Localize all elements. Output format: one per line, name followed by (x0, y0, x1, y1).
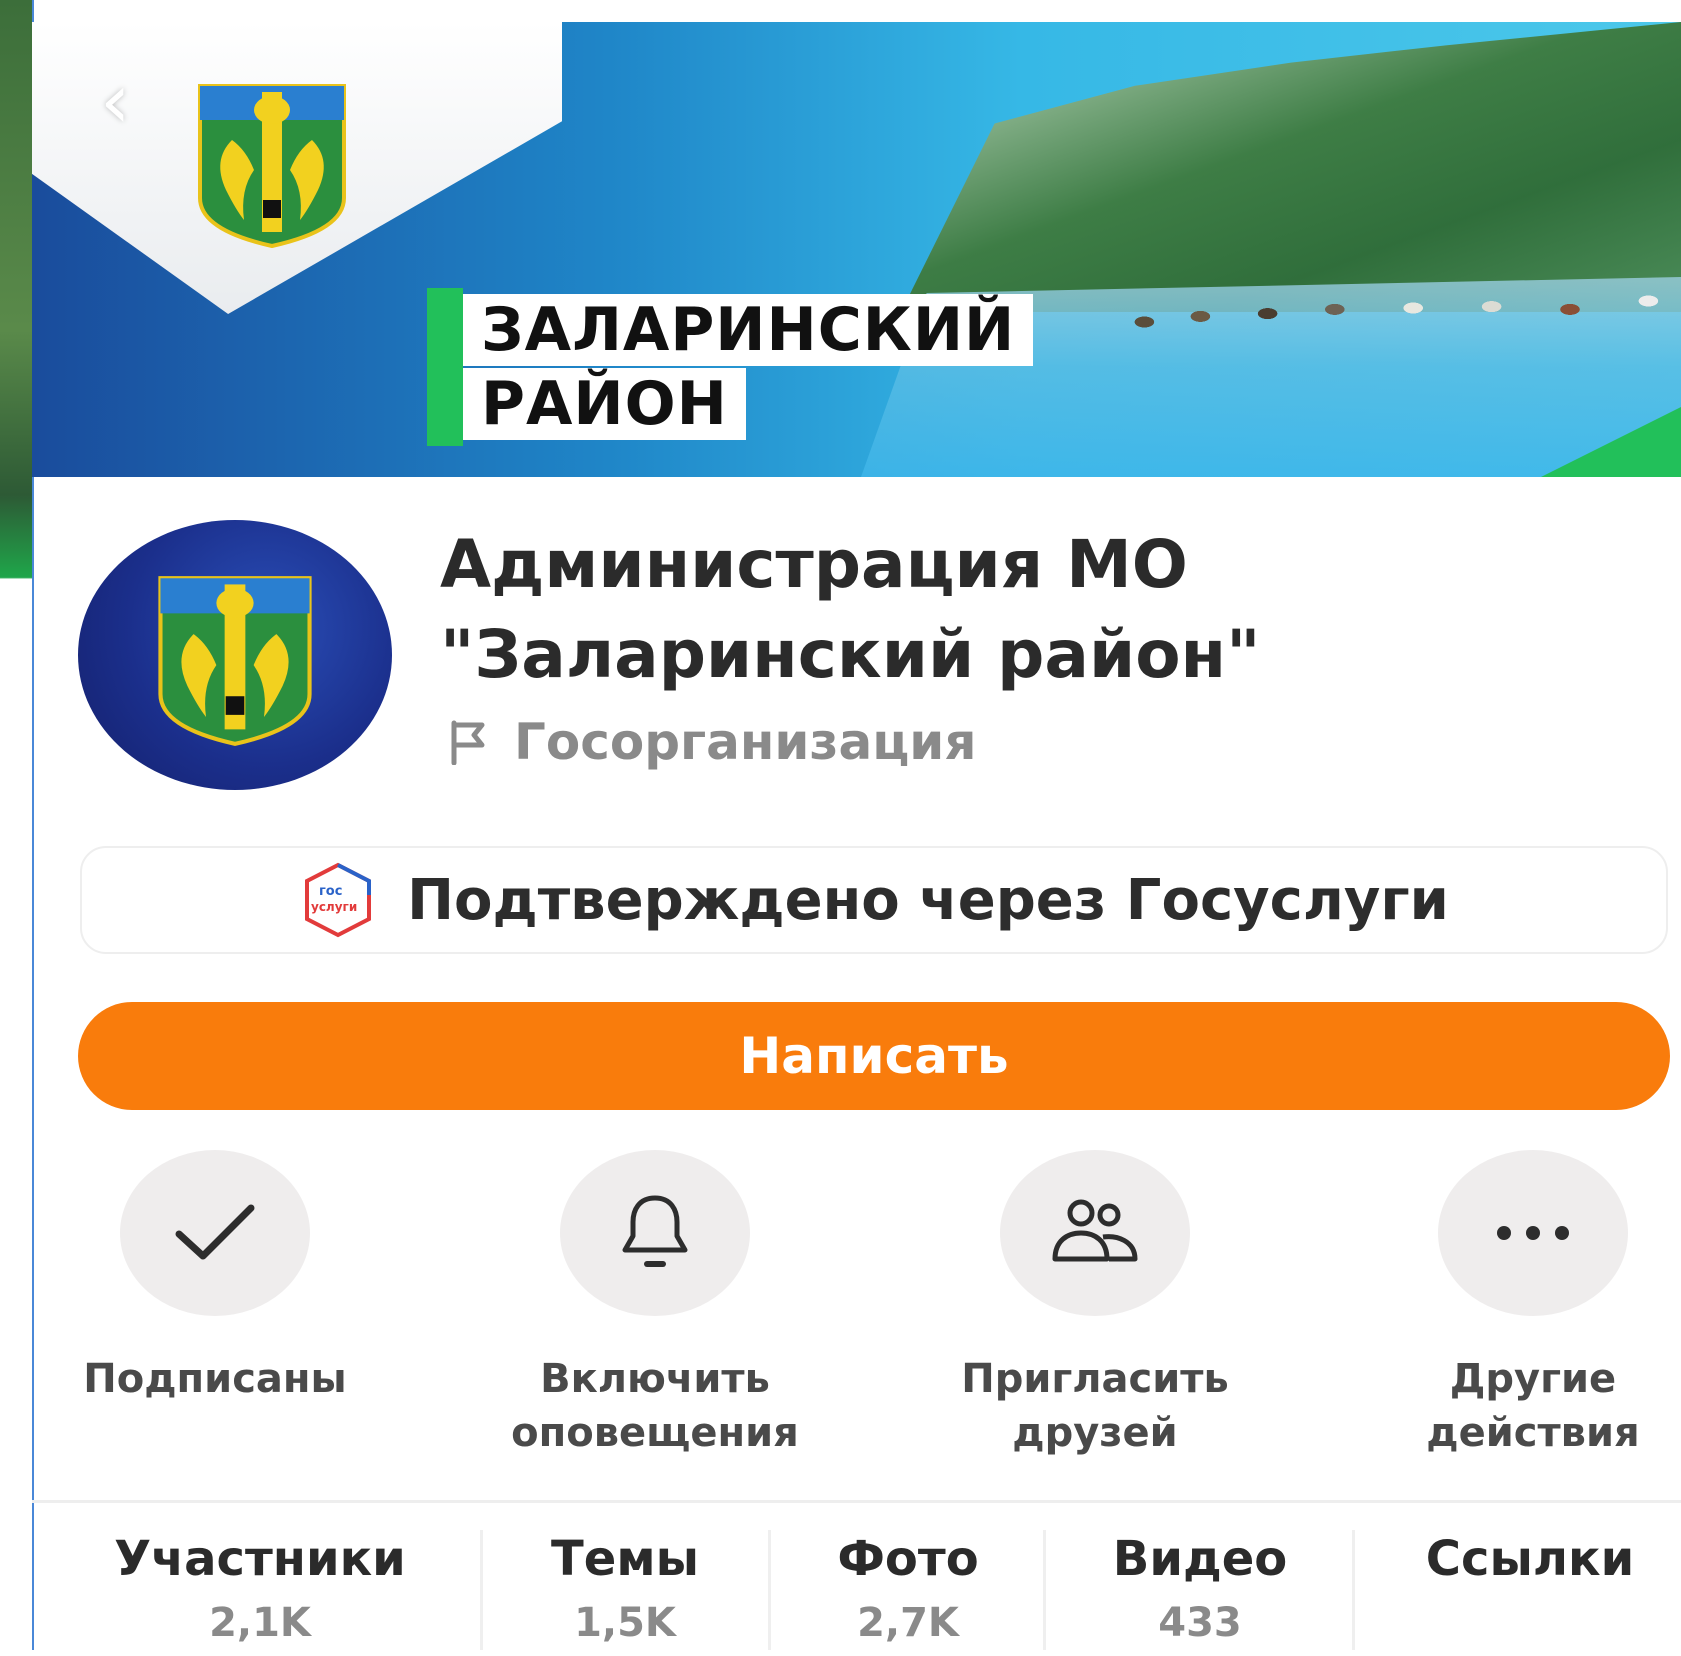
subscribed-button[interactable]: Подписаны (55, 1150, 375, 1406)
left-edge-strip (0, 0, 34, 1650)
tab-photos-label: Фото (837, 1531, 979, 1587)
tab-members[interactable]: Участники 2,1K (90, 1528, 430, 1656)
tab-links-label: Ссылки (1425, 1531, 1635, 1587)
cover-horses (1122, 280, 1681, 350)
check-icon (175, 1204, 255, 1260)
write-message-button[interactable]: Написать (78, 1002, 1670, 1110)
bell-icon (622, 1195, 688, 1267)
cover-title: ЗАЛАРИНСКИЙ РАЙОН (427, 288, 1127, 446)
stat-separator (480, 1530, 483, 1650)
cover-image: ‹ ЗАЛАРИНСКИЙ РАЙОН (32, 22, 1681, 477)
section-divider (32, 1500, 1681, 1503)
more-label: Другие действия (1426, 1356, 1640, 1456)
gosuslugi-icon-text-top: гос (319, 884, 342, 899)
stat-separator (1043, 1530, 1046, 1650)
notifications-label: Включить оповещения (511, 1356, 799, 1456)
enable-notifications-button[interactable]: Включить оповещения (495, 1150, 815, 1460)
notifications-circle[interactable] (560, 1150, 750, 1316)
more-actions-button[interactable]: Другие действия (1373, 1150, 1681, 1460)
verification-badge[interactable]: гос услуги Подтверждено через Госуслуги (80, 846, 1668, 954)
verification-label: Подтверждено через Госуслуги (407, 867, 1449, 933)
cover-title-line1: ЗАЛАРИНСКИЙ (463, 294, 1034, 366)
tab-videos-label: Видео (1112, 1531, 1288, 1587)
top-strip (0, 0, 1681, 22)
cover-forest (901, 22, 1681, 312)
cover-title-accent (427, 288, 463, 446)
flag-icon (451, 720, 485, 765)
coat-of-arms-icon (158, 576, 312, 746)
invite-circle[interactable] (1000, 1150, 1190, 1316)
subscribed-circle[interactable] (120, 1150, 310, 1316)
tab-topics-count: 1,5K (574, 1600, 676, 1646)
tab-links[interactable]: Ссылки (1400, 1528, 1660, 1590)
gosuslugi-icon-text-bottom: услуги (311, 900, 357, 914)
profile-name: Администрация МО "Заларинский район" (440, 526, 1261, 693)
cover-title-line2: РАЙОН (463, 368, 746, 440)
tab-videos[interactable]: Видео 433 (1090, 1528, 1310, 1656)
more-icon (1497, 1226, 1569, 1240)
profile-type: Госорганизация (514, 713, 977, 771)
invite-label: Пригласить друзей (961, 1356, 1229, 1456)
tab-videos-count: 433 (1158, 1600, 1242, 1646)
invite-friends-button[interactable]: Пригласить друзей (935, 1150, 1255, 1460)
tab-members-label: Участники (114, 1531, 406, 1587)
gosuslugi-icon: гос услуги (305, 862, 372, 938)
tab-topics-label: Темы (551, 1531, 699, 1587)
tab-photos-count: 2,7K (857, 1600, 959, 1646)
tab-topics[interactable]: Темы 1,5K (520, 1528, 730, 1656)
tab-members-count: 2,1K (209, 1600, 311, 1646)
more-circle[interactable] (1438, 1150, 1628, 1316)
profile-type-row: Госорганизация (448, 710, 976, 774)
coat-of-arms-icon (198, 84, 346, 249)
tab-photos[interactable]: Фото 2,7K (808, 1528, 1008, 1656)
stat-separator (768, 1530, 771, 1650)
subscribed-label: Подписаны (83, 1356, 347, 1402)
stat-separator (1352, 1530, 1355, 1650)
back-chevron-icon[interactable]: ‹ (100, 63, 170, 139)
avatar[interactable] (78, 520, 392, 790)
people-icon (1052, 1199, 1138, 1262)
